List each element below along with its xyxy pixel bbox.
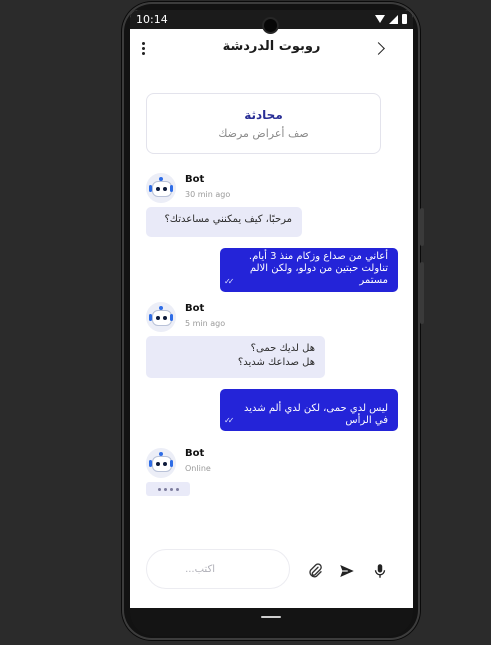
page-title: روبوت الدردشة — [222, 39, 321, 54]
double-check-icon: ✓✓ — [224, 277, 235, 286]
microphone-icon[interactable] — [371, 562, 389, 580]
home-indicator[interactable] — [261, 616, 281, 618]
battery-icon — [402, 14, 407, 24]
user-message-text: أعاني من صداع وزكام منذ 3 أيام. تناولت ح… — [248, 251, 388, 286]
intro-subtitle: صف أعراض مرضك — [218, 127, 309, 140]
status-icons — [375, 14, 407, 24]
bot-message-bubble: مرحبًا، كيف يمكنني مساعدتك؟ — [146, 207, 302, 237]
user-message-bubble: أعاني من صداع وزكام منذ 3 أيام. تناولت ح… — [220, 248, 398, 292]
paperclip-icon[interactable] — [306, 562, 324, 580]
bot-message-text: مرحبًا، كيف يمكنني مساعدتك؟ — [164, 214, 292, 225]
double-check-icon: ✓✓ — [224, 416, 235, 425]
bot-name: Bot — [185, 174, 205, 185]
status-time: 10:14 — [136, 13, 168, 26]
intro-title: محادثة — [244, 108, 283, 122]
app-header: روبوت الدردشة — [130, 29, 413, 69]
volume-button — [420, 262, 424, 324]
app-screen: 10:14 روبوت الدردشة محادثة صف أعراض مرضك… — [130, 10, 413, 608]
signal-icon — [389, 14, 398, 24]
message-time: 30 min ago — [185, 190, 231, 199]
wifi-icon — [375, 15, 385, 23]
power-button — [420, 208, 424, 246]
user-message-text: ليس لدي حمى، لكن لدي ألم شديد في الرأس — [244, 403, 388, 426]
bot-message-bubble: هل لديك حمى؟ هل صداعك شديد؟ — [146, 336, 325, 378]
user-message-bubble: ليس لدي حمى، لكن لدي ألم شديد في الرأس ✓… — [220, 389, 398, 431]
system-nav-bar — [130, 608, 413, 636]
message-time: 5 min ago — [185, 319, 226, 328]
bot-message-line: هل لديك حمى؟ — [250, 343, 315, 354]
intro-card: محادثة صف أعراض مرضك — [146, 93, 381, 154]
status-bar: 10:14 — [130, 10, 413, 32]
bot-name: Bot — [185, 303, 205, 314]
bot-status: Online — [185, 464, 211, 473]
bot-message-line: هل صداعك شديد؟ — [237, 357, 315, 368]
message-input-wrapper — [146, 549, 290, 589]
typing-indicator — [146, 482, 190, 496]
send-icon[interactable] — [338, 562, 356, 580]
bot-name: Bot — [185, 448, 205, 459]
bot-avatar — [146, 302, 176, 332]
message-input[interactable] — [147, 550, 289, 588]
bot-avatar — [146, 173, 176, 203]
bot-avatar — [146, 448, 176, 478]
